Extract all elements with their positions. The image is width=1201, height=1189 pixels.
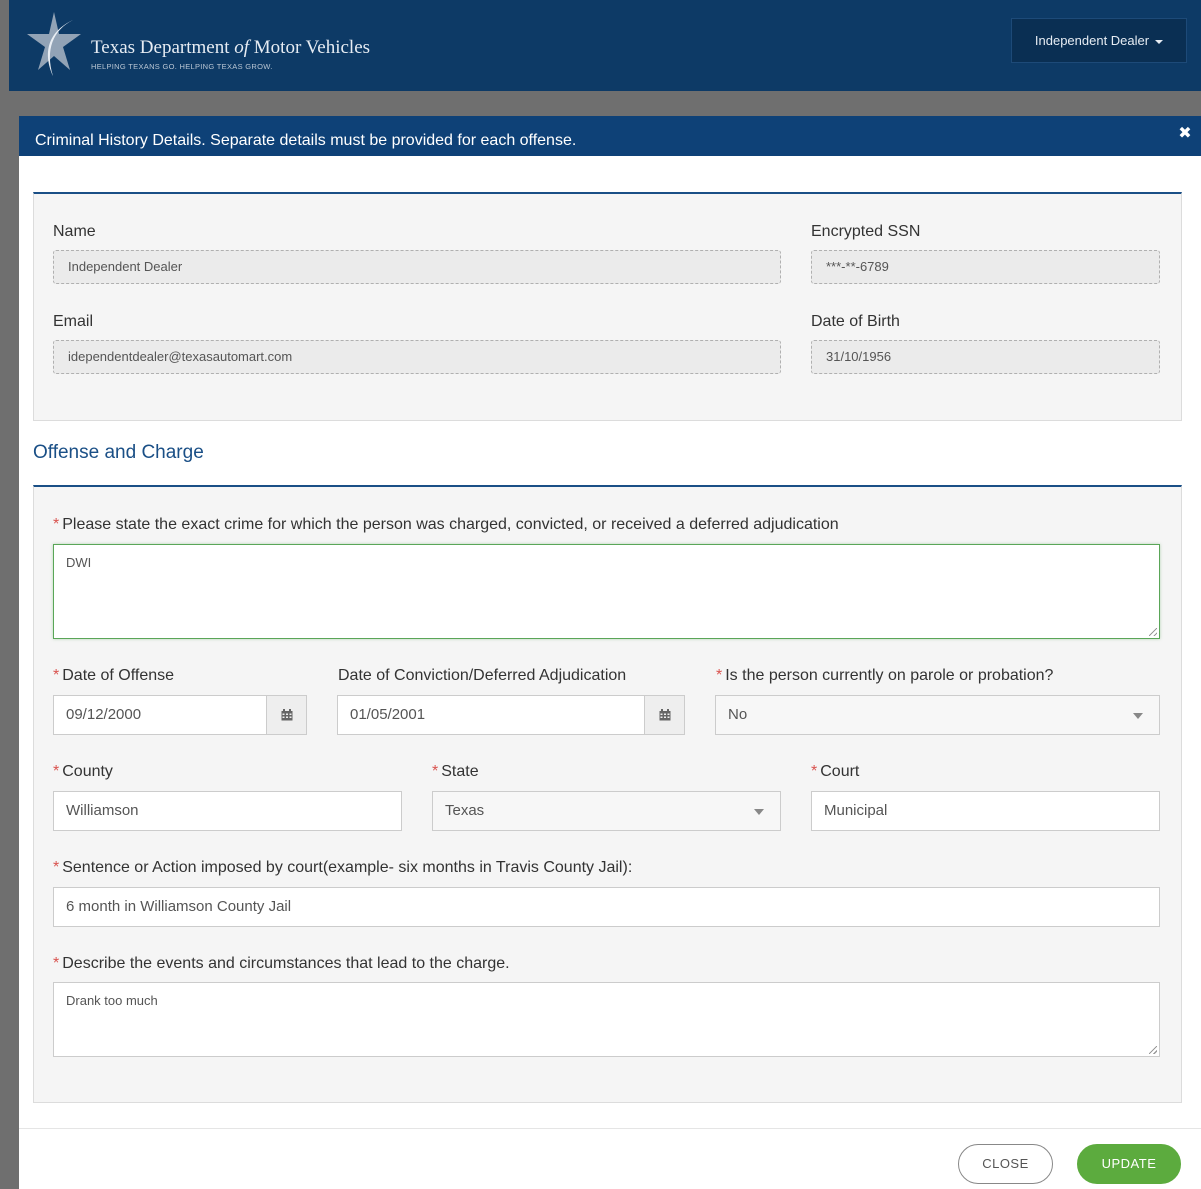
user-menu-label: Independent Dealer — [1034, 33, 1150, 48]
required-mark: * — [53, 859, 60, 876]
caret-down-icon — [1155, 39, 1164, 44]
conviction-date-picker-button[interactable] — [645, 695, 685, 735]
offense-date-label: * Date of Offense — [53, 667, 174, 685]
user-menu-dropdown[interactable]: Independent Dealer — [1011, 18, 1187, 63]
offense-date-input[interactable]: 09/12/2000 — [53, 695, 267, 735]
ssn-label: Encrypted SSN — [811, 223, 921, 240]
brand-title[interactable]: Texas Department of Motor Vehicles — [91, 37, 370, 59]
close-icon[interactable]: ✖ — [1175, 124, 1195, 144]
conviction-date-input[interactable]: 01/05/2001 — [337, 695, 645, 735]
brand-tagline: HELPING TEXANS GO. HELPING TEXAS GROW. — [91, 62, 273, 71]
resize-handle-icon[interactable] — [1149, 1046, 1157, 1054]
required-mark: * — [53, 955, 60, 972]
required-mark: * — [53, 667, 60, 684]
modal-footer-divider — [19, 1128, 1201, 1129]
crime-label-text: Please state the exact crime for which t… — [62, 516, 839, 533]
ssn-field: ***-**-6789 — [811, 250, 1160, 284]
crime-label: * Please state the exact crime for which … — [53, 516, 839, 534]
dob-field: 31/10/1956 — [811, 340, 1160, 374]
brand-title-part1: Texas Department — [91, 37, 235, 58]
modal-title: Criminal History Details. Separate detai… — [35, 132, 577, 149]
brand-title-of: of — [234, 37, 250, 58]
email-label: Email — [53, 313, 94, 330]
txdmv-star-logo-icon[interactable] — [23, 10, 85, 80]
personal-info-panel — [33, 192, 1182, 421]
state-label-text: State — [441, 763, 479, 780]
court-label: * Court — [811, 763, 859, 781]
update-button[interactable]: UPDATE — [1077, 1144, 1181, 1184]
email-field: idependentdealer@texasautomart.com — [53, 340, 781, 374]
court-input[interactable]: Municipal — [811, 791, 1160, 831]
dropdown-arrow-icon — [754, 809, 764, 815]
sentence-label: * Sentence or Action imposed by court(exa… — [53, 859, 632, 877]
events-label: * Describe the events and circumstances t… — [53, 955, 510, 973]
calendar-icon — [281, 709, 292, 721]
dropdown-arrow-icon — [1133, 713, 1143, 719]
required-mark: * — [432, 763, 439, 780]
criminal-history-modal: Criminal History Details. Separate detai… — [19, 116, 1201, 1189]
required-mark: * — [53, 763, 60, 780]
state-select[interactable]: Texas — [432, 791, 781, 831]
county-input[interactable]: Williamson — [53, 791, 402, 831]
offense-section-title: Offense and Charge — [33, 442, 204, 463]
resize-handle-icon[interactable] — [1149, 628, 1157, 636]
events-value: Drank too much — [66, 993, 158, 1008]
crime-textarea[interactable]: DWI — [53, 544, 1160, 639]
state-value: Texas — [445, 802, 485, 819]
state-label: * State — [432, 763, 479, 781]
offense-date-picker-button[interactable] — [267, 695, 307, 735]
required-mark: * — [811, 763, 818, 780]
parole-label-text: Is the person currently on parole or pro… — [725, 667, 1054, 684]
dob-label: Date of Birth — [811, 313, 900, 330]
county-label-text: County — [62, 763, 113, 780]
county-label: * County — [53, 763, 113, 781]
name-label: Name — [53, 223, 96, 240]
top-navbar: Texas Department of Motor Vehicles HELPI… — [9, 0, 1201, 91]
parole-select[interactable]: No — [715, 695, 1160, 735]
name-field: Independent Dealer — [53, 250, 781, 284]
parole-value: No — [728, 706, 748, 723]
modal-header: Criminal History Details. Separate detai… — [19, 116, 1201, 156]
sentence-label-text: Sentence or Action imposed by court(exam… — [62, 859, 633, 876]
parole-label: * Is the person currently on parole or pr… — [716, 667, 1053, 685]
required-mark: * — [53, 516, 60, 533]
brand-title-part2: Motor Vehicles — [249, 37, 371, 58]
close-button[interactable]: CLOSE — [958, 1144, 1053, 1184]
offense-date-label-text: Date of Offense — [62, 667, 175, 684]
events-textarea[interactable]: Drank too much — [53, 982, 1160, 1057]
sentence-input[interactable]: 6 month in Williamson County Jail — [53, 887, 1160, 927]
required-mark: * — [716, 667, 723, 684]
court-label-text: Court — [820, 763, 860, 780]
crime-value: DWI — [66, 555, 92, 570]
events-label-text: Describe the events and circumstances th… — [62, 955, 510, 972]
calendar-icon — [659, 709, 670, 721]
conviction-date-label: Date of Conviction/Deferred Adjudication — [338, 667, 627, 684]
